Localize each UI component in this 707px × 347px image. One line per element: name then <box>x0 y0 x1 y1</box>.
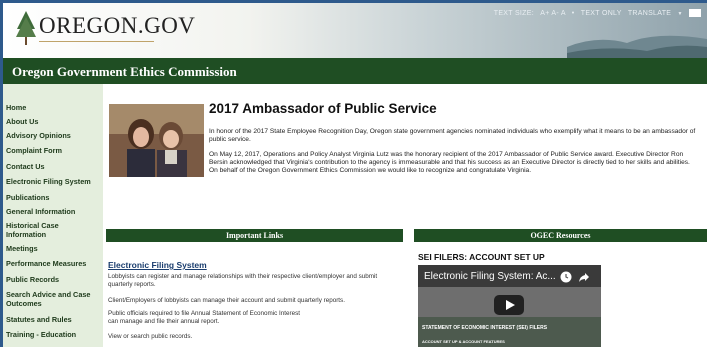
video-title: Electronic Filing System: Ac... <box>424 271 556 282</box>
utility-bar: TEXT SIZE: A+ A- A • TEXT ONLY TRANSLATE… <box>490 9 701 17</box>
important-links-header: Important Links <box>106 229 403 242</box>
electronic-filing-system-link[interactable]: Electronic Filing System <box>108 260 207 270</box>
link-text-public-officials: Public officials required to file Annual… <box>108 310 301 325</box>
award-photo <box>109 104 204 177</box>
sidebar-item-complaint-form[interactable]: Complaint Form <box>3 146 103 155</box>
article-paragraph-2: On May 12, 2017, Operations and Policy A… <box>209 151 690 174</box>
sidebar-item-publications[interactable]: Publications <box>3 193 103 202</box>
site-header: OREGON.GOV TEXT SIZE: A+ A- A • TEXT ONL… <box>3 3 707 58</box>
logo-underline <box>39 41 154 42</box>
translate-link[interactable]: TRANSLATE <box>628 10 671 17</box>
separator-dot: • <box>571 9 575 17</box>
page: OREGON.GOV TEXT SIZE: A+ A- A • TEXT ONL… <box>3 3 707 347</box>
sidebar-item-advisory-opinions[interactable]: Advisory Opinions <box>3 131 103 140</box>
article-title: 2017 Ambassador of Public Service <box>209 101 437 116</box>
video-player[interactable]: Electronic Filing System: Ac... STATEMEN… <box>418 265 601 347</box>
sidebar-item-meetings[interactable]: Meetings <box>3 244 103 253</box>
sidebar-item-performance-measures[interactable]: Performance Measures <box>3 259 103 268</box>
share-icon[interactable] <box>578 271 590 283</box>
sidebar-item-historical-case-info[interactable]: Historical Case Information <box>3 221 94 239</box>
sidebar-item-general-information[interactable]: General Information <box>3 207 103 216</box>
oregon-gov-logo[interactable]: OREGON.GOV <box>39 13 195 39</box>
tree-logo-icon <box>16 11 36 45</box>
award-photo-image <box>109 104 204 177</box>
sidebar-nav: Home About Us Advisory Opinions Complain… <box>3 84 103 347</box>
text-size-options[interactable]: A+ A- A <box>540 10 565 17</box>
text-size-label: TEXT SIZE: <box>493 9 534 17</box>
video-caption-2: ACCOUNT SET UP & ACCOUNT FEATURES <box>422 339 505 344</box>
sidebar-item-about-us[interactable]: About Us <box>3 117 103 126</box>
link-text-public-records: View or search public records. <box>108 333 193 340</box>
ogec-resources-header: OGEC Resources <box>414 229 707 242</box>
sidebar-item-statutes-rules[interactable]: Statutes and Rules <box>3 315 103 324</box>
sidebar-item-training[interactable]: Training - Education <box>3 330 103 339</box>
video-caption-1: STATEMENT OF ECONOMIC INTEREST (SEI) FIL… <box>422 325 548 331</box>
search-input[interactable] <box>689 9 701 17</box>
play-icon[interactable] <box>494 295 524 315</box>
sei-filers-title: SEI FILERS: ACCOUNT SET UP <box>418 252 545 262</box>
link-text-client-employers: Client/Employers of lobbyists can manage… <box>108 297 345 304</box>
chevron-down-icon[interactable]: ▼ <box>678 11 683 17</box>
landscape-banner <box>567 35 707 58</box>
article-paragraph-1: In honor of the 2017 State Employee Reco… <box>209 128 696 143</box>
sidebar-item-home[interactable]: Home <box>3 103 103 112</box>
sidebar-item-contact-us[interactable]: Contact Us <box>3 162 103 171</box>
site-title-bar: Oregon Government Ethics Commission <box>3 58 707 84</box>
clock-icon[interactable] <box>560 271 572 283</box>
site-title: Oregon Government Ethics Commission <box>12 64 237 79</box>
sidebar-item-electronic-filing[interactable]: Electronic Filing System <box>3 177 103 186</box>
sidebar-item-public-records[interactable]: Public Records <box>3 275 103 284</box>
link-text-lobbyists: Lobbyists can register and manage relati… <box>108 273 378 288</box>
sidebar-item-search-advice[interactable]: Search Advice and Case Outcomes <box>3 290 102 308</box>
text-only-link[interactable]: TEXT ONLY <box>581 10 622 17</box>
